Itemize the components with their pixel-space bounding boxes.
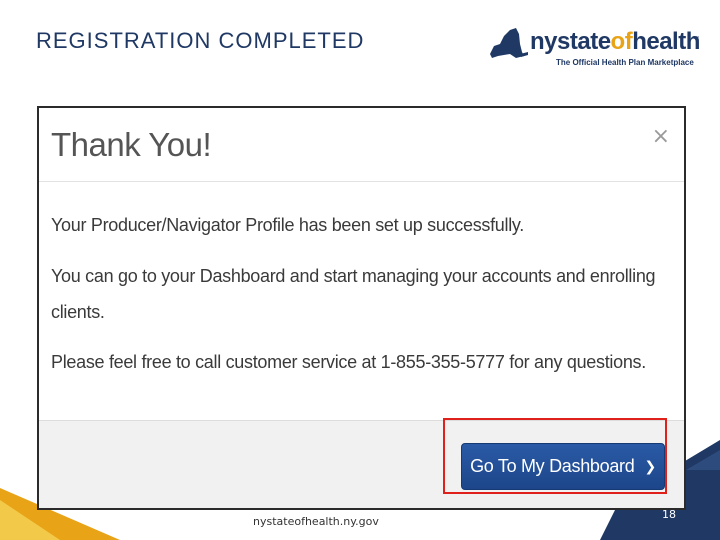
logo-trademark: ™ bbox=[693, 36, 699, 42]
logo-word-health: health bbox=[632, 28, 700, 55]
dashboard-message-line-2: clients. bbox=[51, 302, 105, 322]
logo-word-of: of bbox=[610, 28, 633, 55]
logo-tagline: The Official Health Plan Marketplace bbox=[556, 58, 694, 67]
new-york-state-map-icon bbox=[490, 28, 528, 58]
footer-url: nystateofhealth.ny.gov bbox=[253, 515, 379, 528]
dashboard-message-line-1: You can go to your Dashboard and start m… bbox=[51, 266, 656, 286]
close-icon[interactable]: × bbox=[652, 126, 670, 148]
success-message: Your Producer/Navigator Profile has been… bbox=[51, 215, 524, 235]
dialog-header: Thank You! × bbox=[39, 108, 684, 182]
customer-service-message: Please feel free to call customer servic… bbox=[51, 352, 646, 372]
go-to-dashboard-label: Go To My Dashboard bbox=[470, 456, 635, 476]
page-number: 18 bbox=[662, 508, 676, 521]
chevron-right-icon: ❯ bbox=[644, 458, 656, 475]
logo-word-nystate: nystate bbox=[530, 28, 611, 55]
go-to-dashboard-button[interactable]: Go To My Dashboard ❯ bbox=[461, 443, 665, 490]
slide-title: REGISTRATION COMPLETED bbox=[36, 28, 365, 53]
logo-wordmark: nystateofhealth bbox=[530, 30, 700, 54]
dialog-title: Thank You! bbox=[51, 126, 212, 163]
nystateofhealth-logo: nystateofhealth ™ The Official Health Pl… bbox=[486, 22, 700, 76]
